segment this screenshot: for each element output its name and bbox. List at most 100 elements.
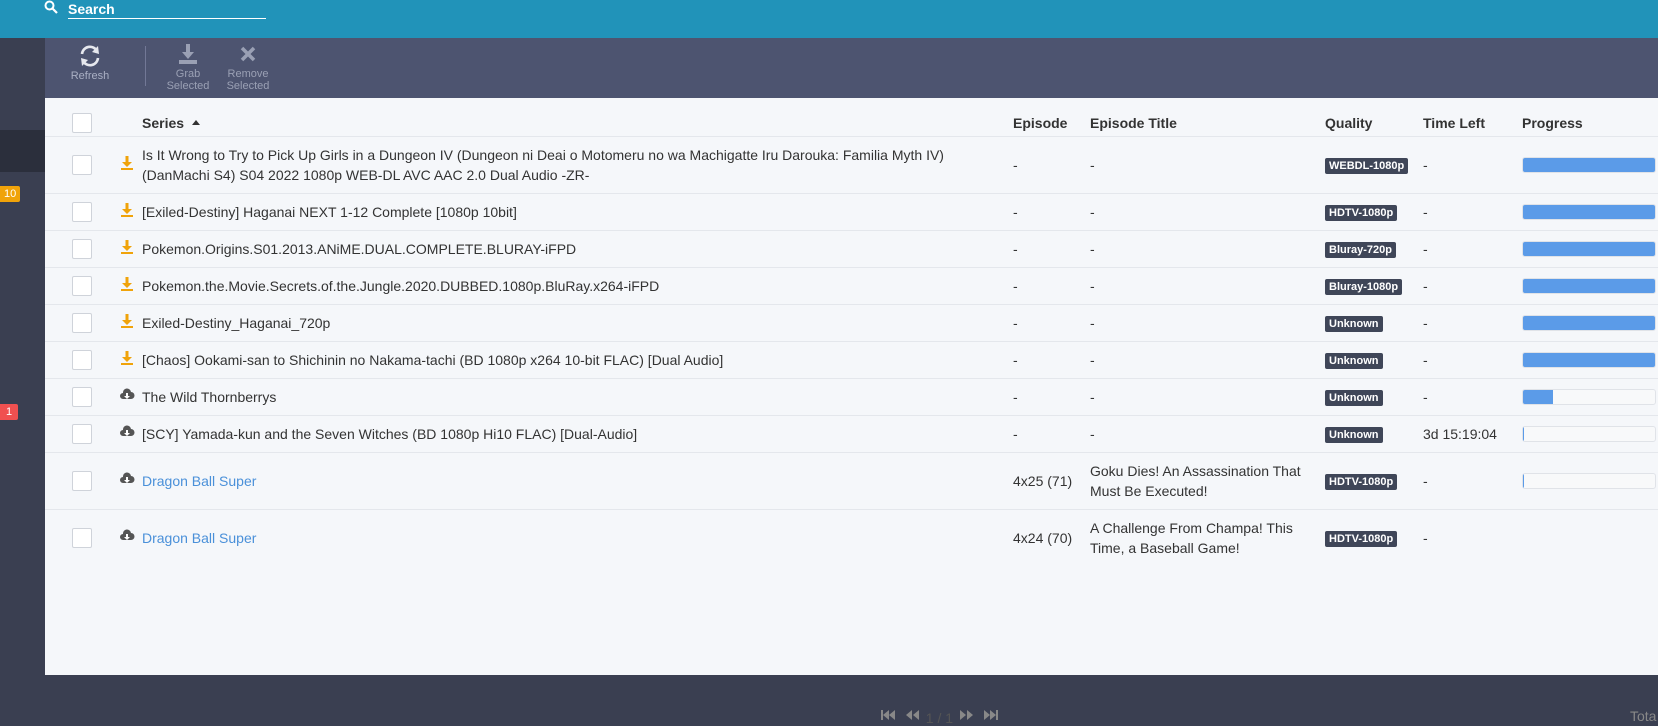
- row-checkbox[interactable]: [72, 527, 92, 548]
- download-arrow-icon: [121, 314, 133, 328]
- series-name: [SCY] Yamada-kun and the Seven Witches (…: [142, 425, 638, 442]
- quality-badge: Bluray-720p: [1325, 241, 1396, 258]
- header-time-left[interactable]: Time Left: [1423, 98, 1522, 136]
- quality-badge: HDTV-1080p: [1325, 473, 1398, 490]
- quality-badge: Unknown: [1325, 426, 1383, 443]
- header-episode[interactable]: Episode: [1013, 98, 1090, 136]
- progress-bar: [1522, 277, 1656, 294]
- episode-title: -: [1090, 303, 1325, 341]
- episode-title: -: [1090, 414, 1325, 452]
- row-checkbox[interactable]: [72, 470, 92, 491]
- header-series[interactable]: Series: [142, 115, 184, 131]
- time-left: -: [1423, 266, 1522, 304]
- table-row: Exiled-Destiny_Haganai_720p - - Unknown -: [45, 303, 1658, 341]
- download-icon: [179, 44, 197, 64]
- progress-fill: [1523, 204, 1655, 219]
- cloud-download-icon: [120, 388, 135, 399]
- sort-asc-icon: [192, 119, 201, 125]
- series-name: [Exiled-Destiny] Haganai NEXT 1-12 Compl…: [142, 203, 517, 220]
- progress-bar: [1522, 156, 1656, 173]
- header-quality[interactable]: Quality: [1325, 98, 1423, 136]
- row-checkbox[interactable]: [72, 386, 92, 407]
- remove-label-1: Remove: [227, 68, 269, 80]
- search-icon: [44, 0, 58, 14]
- row-checkbox[interactable]: [72, 423, 92, 444]
- episode-number: -: [1013, 340, 1090, 378]
- progress-fill: [1523, 241, 1655, 256]
- quality-badge: HDTV-1080p: [1325, 530, 1398, 547]
- search-input[interactable]: [68, 0, 266, 19]
- health-count-badge: 1: [0, 404, 18, 420]
- download-arrow-icon: [121, 351, 133, 365]
- quality-badge: HDTV-1080p: [1325, 204, 1398, 221]
- table-row: Dragon Ball Super 4x25 (71) Goku Dies! An …: [45, 451, 1658, 509]
- time-left: -: [1423, 508, 1522, 566]
- header-progress[interactable]: Progress: [1522, 98, 1658, 136]
- episode-title[interactable]: A Challenge From Champa! This Time, a Ba…: [1090, 508, 1325, 566]
- progress-bar: [1522, 240, 1656, 257]
- last-page-icon[interactable]: [983, 708, 999, 722]
- series-name: Is It Wrong to Try to Pick Up Girls in a…: [142, 146, 944, 183]
- episode-title: -: [1090, 192, 1325, 230]
- episode-number: -: [1013, 229, 1090, 267]
- progress-fill: [1523, 473, 1525, 488]
- time-left: -: [1423, 377, 1522, 415]
- row-checkbox[interactable]: [72, 349, 92, 370]
- row-checkbox[interactable]: [72, 154, 92, 175]
- table-row: [Chaos] Ookami-san to Shichinin no Nakam…: [45, 340, 1658, 378]
- time-left: 3d 15:19:04: [1423, 414, 1522, 452]
- progress-bar: [1522, 472, 1656, 489]
- episode-title: -: [1090, 340, 1325, 378]
- episode-title: -: [1090, 135, 1325, 193]
- row-checkbox[interactable]: [72, 201, 92, 222]
- grab-selected-button[interactable]: Grab Selected: [163, 38, 213, 98]
- quality-badge: Bluray-1080p: [1325, 278, 1403, 295]
- remove-selected-button[interactable]: Remove Selected: [223, 38, 273, 98]
- table-row: Dragon Ball Super 4x24 (70) A Challenge Fr…: [45, 508, 1658, 566]
- download-arrow-icon: [121, 240, 133, 254]
- time-left: -: [1423, 135, 1522, 193]
- episode-number: -: [1013, 377, 1090, 415]
- sidebar-item-active[interactable]: [0, 130, 45, 172]
- row-checkbox[interactable]: [72, 275, 92, 296]
- quality-badge: Unknown: [1325, 389, 1383, 406]
- first-page-icon[interactable]: [880, 708, 896, 722]
- table-row: Pokemon.Origins.S01.2013.ANiME.DUAL.COMP…: [45, 229, 1658, 267]
- progress-fill: [1523, 352, 1655, 367]
- sidebar: 10 1: [0, 38, 45, 675]
- series-name: Pokemon.the.Movie.Secrets.of.the.Jungle.…: [142, 277, 660, 294]
- header-episode-title[interactable]: Episode Title: [1090, 98, 1325, 136]
- progress-fill: [1523, 157, 1655, 172]
- series-name: Exiled-Destiny_Haganai_720p: [142, 314, 331, 331]
- progress-bar: [1522, 425, 1656, 442]
- refresh-button[interactable]: Refresh: [70, 38, 110, 98]
- series-name[interactable]: Dragon Ball Super: [142, 473, 256, 489]
- queue-count-badge: 10: [0, 186, 21, 202]
- remove-label-2: Selected: [226, 80, 270, 92]
- row-checkbox[interactable]: [72, 312, 92, 333]
- time-left: -: [1423, 340, 1522, 378]
- previous-page-icon[interactable]: [904, 708, 920, 722]
- episode-number: -: [1013, 192, 1090, 230]
- episode-title[interactable]: Goku Dies! An Assassination That Must Be…: [1090, 451, 1325, 509]
- progress-bar: [1522, 314, 1656, 331]
- toolbar: Refresh Grab Selected Remove Selected: [45, 38, 1658, 98]
- select-all-checkbox[interactable]: [72, 112, 92, 133]
- table-header-row: Series Episode Episode Title Quality Tim…: [45, 98, 1658, 136]
- row-checkbox[interactable]: [72, 238, 92, 259]
- progress-bar: [1522, 388, 1656, 405]
- refresh-icon: [80, 45, 100, 67]
- next-page-icon[interactable]: [959, 708, 975, 722]
- grab-label-1: Grab: [175, 68, 201, 80]
- episode-number: 4x24 (70): [1013, 508, 1090, 566]
- time-left: -: [1423, 303, 1522, 341]
- progress-bar: [1522, 203, 1656, 220]
- download-arrow-icon: [121, 203, 133, 217]
- series-name[interactable]: Dragon Ball Super: [142, 530, 256, 546]
- progress-bar: [1522, 351, 1656, 368]
- table-row: [SCY] Yamada-kun and the Seven Witches (…: [45, 414, 1658, 452]
- cloud-download-icon: [120, 472, 135, 483]
- series-name: Pokemon.Origins.S01.2013.ANiME.DUAL.COMP…: [142, 240, 577, 257]
- episode-number: 4x25 (71): [1013, 451, 1090, 509]
- episode-title: -: [1090, 229, 1325, 267]
